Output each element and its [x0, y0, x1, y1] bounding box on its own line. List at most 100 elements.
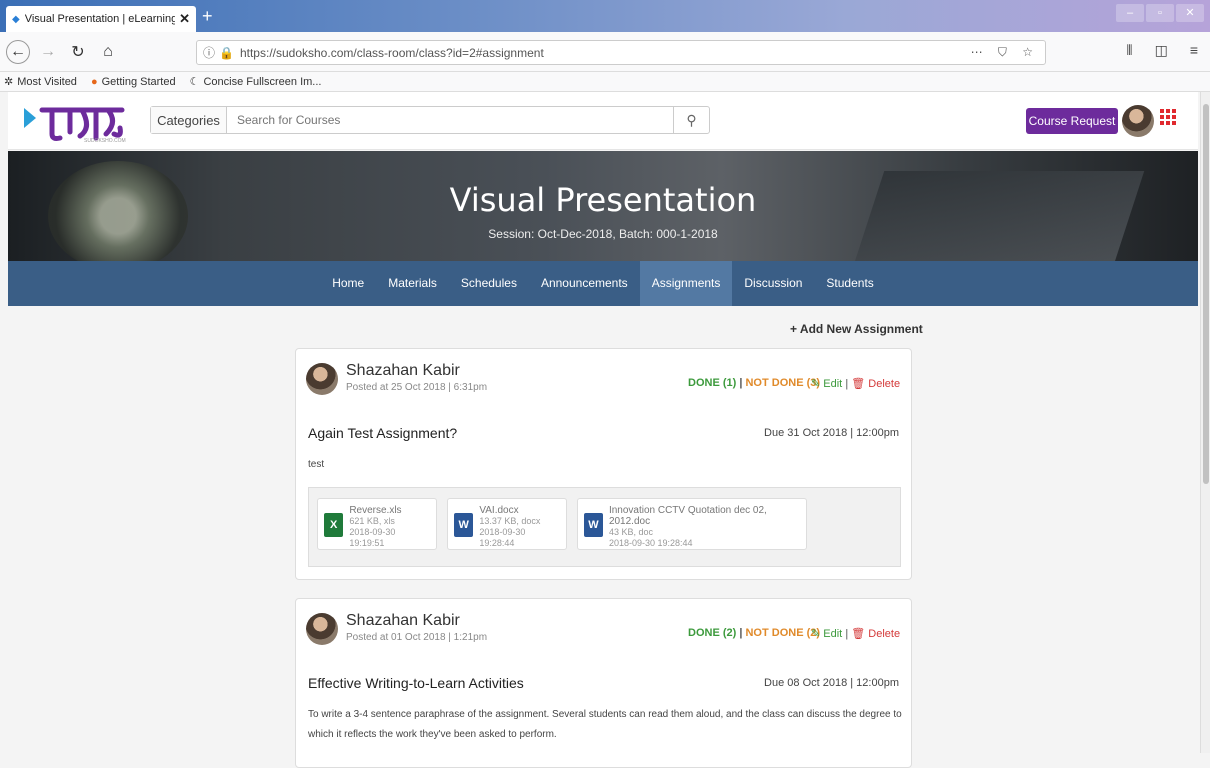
- browser-tab-bar: ◆ Visual Presentation | eLearning ✕ + – …: [0, 0, 1210, 32]
- tab-title: Visual Presentation | eLearning: [24, 13, 176, 25]
- menu-icon[interactable]: ≡: [1190, 42, 1198, 59]
- sidebar-icon[interactable]: ◫: [1155, 42, 1168, 59]
- attachment-file[interactable]: W VAI.docx 13.37 KB, docx 2018-09-30 19:…: [447, 498, 567, 550]
- minimize-icon[interactable]: –: [1116, 4, 1144, 22]
- delete-link[interactable]: 🗑 Delete: [851, 378, 900, 390]
- trash-icon: 🗑: [851, 378, 866, 390]
- search-icon[interactable]: ⚲: [673, 107, 709, 133]
- not-done-count[interactable]: NOT DONE (3): [745, 377, 820, 389]
- submission-status: DONE (2) | NOT DONE (2): [688, 627, 821, 639]
- bookmark-getting-started[interactable]: ● Getting Started: [91, 76, 176, 88]
- assignment-card: Shazahan Kabir Posted at 25 Oct 2018 | 6…: [295, 348, 912, 580]
- file-date: 2018-09-30 19:28:44: [608, 538, 693, 548]
- due-date: Due 31 Oct 2018 | 12:00pm: [764, 427, 899, 439]
- class-banner: Visual Presentation Session: Oct-Dec-201…: [8, 151, 1198, 261]
- pencil-icon: ✎: [811, 628, 821, 640]
- url-bar[interactable]: ⓘ 🔒 https://sudoksho.com/class-room/clas…: [196, 40, 1046, 65]
- class-session: Session: Oct-Dec-2018, Batch: 000-1-2018: [488, 227, 718, 241]
- assignment-description: To write a 3-4 sentence paraphrase of th…: [308, 709, 902, 740]
- class-title: Visual Presentation: [449, 181, 757, 219]
- url-text: https://sudoksho.com/class-room/class?id…: [239, 45, 544, 60]
- scrollbar-thumb[interactable]: [1203, 104, 1209, 484]
- search-group: Categories ⚲: [150, 106, 710, 134]
- forward-arrow-icon[interactable]: →: [36, 40, 60, 64]
- author-avatar: [306, 363, 338, 395]
- file-size: 43 KB, doc: [608, 527, 653, 537]
- done-count[interactable]: DONE (2): [688, 627, 736, 639]
- add-new-assignment-button[interactable]: + Add New Assignment: [790, 322, 923, 336]
- page-actions-icon[interactable]: ⋯ ⛉ ☆: [971, 45, 1039, 60]
- word-file-icon: W: [584, 513, 603, 537]
- file-size: 621 KB, xls: [349, 516, 395, 526]
- trash-icon: 🗑: [851, 628, 866, 640]
- pencil-icon: ✎: [811, 378, 821, 390]
- close-window-icon[interactable]: ✕: [1176, 4, 1204, 22]
- excel-file-icon: X: [324, 513, 344, 537]
- close-tab-icon[interactable]: ✕: [179, 11, 190, 27]
- file-date: 2018-09-30 19:28:44: [479, 527, 526, 548]
- lock-icon: 🔒: [219, 45, 234, 60]
- new-tab-icon[interactable]: +: [202, 6, 213, 27]
- assignment-title: Again Test Assignment?: [308, 425, 458, 441]
- info-icon[interactable]: ⓘ: [203, 44, 215, 61]
- library-icon[interactable]: ⦀: [1126, 42, 1132, 59]
- file-date: 2018-09-30 19:19:51: [349, 527, 396, 548]
- submission-status: DONE (1) | NOT DONE (3): [688, 377, 821, 389]
- tab-announcements[interactable]: Announcements: [529, 261, 640, 306]
- maximize-icon[interactable]: ▫: [1146, 4, 1174, 22]
- edit-link[interactable]: ✎ Edit: [811, 628, 842, 640]
- file-size: 13.37 KB, docx: [479, 516, 541, 526]
- site-logo[interactable]: SUDOKSHO.COM: [22, 98, 132, 144]
- word-file-icon: W: [454, 513, 474, 537]
- site-header: SUDOKSHO.COM Categories ⚲ Course Request: [8, 92, 1198, 150]
- tab-assignments[interactable]: Assignments: [639, 261, 733, 306]
- delete-link[interactable]: 🗑 Delete: [851, 628, 900, 640]
- assignment-card: Shazahan Kabir Posted at 01 Oct 2018 | 1…: [295, 598, 912, 768]
- apps-grid-icon[interactable]: [1160, 109, 1176, 125]
- edit-delete-actions: ✎ Edit | 🗑 Delete: [811, 378, 901, 390]
- user-avatar[interactable]: [1122, 105, 1154, 137]
- attachments-box: X Reverse.xls 621 KB, xls 2018-09-30 19:…: [308, 487, 901, 567]
- file-name: VAI.docx: [479, 505, 519, 516]
- bookmark-most-visited[interactable]: ✲ Most Visited: [4, 75, 77, 88]
- window-controls: – ▫ ✕: [1116, 4, 1204, 22]
- class-nav: Home Materials Schedules Announcements A…: [8, 261, 1198, 306]
- tab-schedules[interactable]: Schedules: [449, 261, 529, 306]
- not-done-count[interactable]: NOT DONE (2): [745, 627, 820, 639]
- tab-home[interactable]: Home: [320, 261, 376, 306]
- file-name: Innovation CCTV Quotation dec 02, 2012.d…: [608, 505, 767, 527]
- due-date: Due 08 Oct 2018 | 12:00pm: [764, 677, 899, 689]
- browser-navbar: ← → ↻ ⌂ ⓘ 🔒 https://sudoksho.com/class-r…: [0, 32, 1210, 72]
- tab-students[interactable]: Students: [814, 261, 885, 306]
- edit-link[interactable]: ✎ Edit: [811, 378, 842, 390]
- back-arrow-icon[interactable]: ←: [6, 39, 30, 64]
- categories-button[interactable]: Categories: [151, 107, 227, 133]
- done-count[interactable]: DONE (1): [688, 377, 736, 389]
- posted-date: Posted at 25 Oct 2018 | 6:31pm: [346, 382, 488, 393]
- attachment-file[interactable]: X Reverse.xls 621 KB, xls 2018-09-30 19:…: [317, 498, 437, 550]
- svg-text:SUDOKSHO.COM: SUDOKSHO.COM: [84, 138, 126, 144]
- assignment-title: Effective Writing-to-Learn Activities: [308, 675, 524, 691]
- browser-tab[interactable]: ◆ Visual Presentation | eLearning ✕: [6, 6, 196, 32]
- author-name: Shazahan Kabir: [346, 362, 460, 379]
- author-avatar: [306, 613, 338, 645]
- reload-icon[interactable]: ↻: [66, 40, 90, 64]
- bookmark-icon: ☾: [189, 76, 200, 88]
- page-scrollbar[interactable]: [1200, 92, 1210, 753]
- home-icon[interactable]: ⌂: [96, 40, 120, 64]
- bookmarks-bar: ✲ Most Visited ● Getting Started ☾ Concise …: [0, 72, 1210, 92]
- edit-delete-actions: ✎ Edit | 🗑 Delete: [811, 628, 901, 640]
- tab-discussion[interactable]: Discussion: [732, 261, 814, 306]
- firefox-icon: ●: [90, 75, 98, 88]
- course-request-button[interactable]: Course Request: [1026, 108, 1118, 134]
- author-name: Shazahan Kabir: [346, 612, 460, 629]
- file-name: Reverse.xls: [349, 505, 402, 516]
- gear-icon: ✲: [4, 76, 14, 88]
- posted-date: Posted at 01 Oct 2018 | 1:21pm: [346, 632, 488, 643]
- toolbar-right: ⦀ ◫ ≡: [1126, 42, 1198, 59]
- bookmark-concise-fullscreen[interactable]: ☾ Concise Fullscreen Im...: [190, 75, 322, 88]
- search-input[interactable]: [227, 107, 673, 133]
- assignment-description: test: [308, 459, 325, 470]
- tab-materials[interactable]: Materials: [376, 261, 449, 306]
- attachment-file[interactable]: W Innovation CCTV Quotation dec 02, 2012…: [577, 498, 807, 550]
